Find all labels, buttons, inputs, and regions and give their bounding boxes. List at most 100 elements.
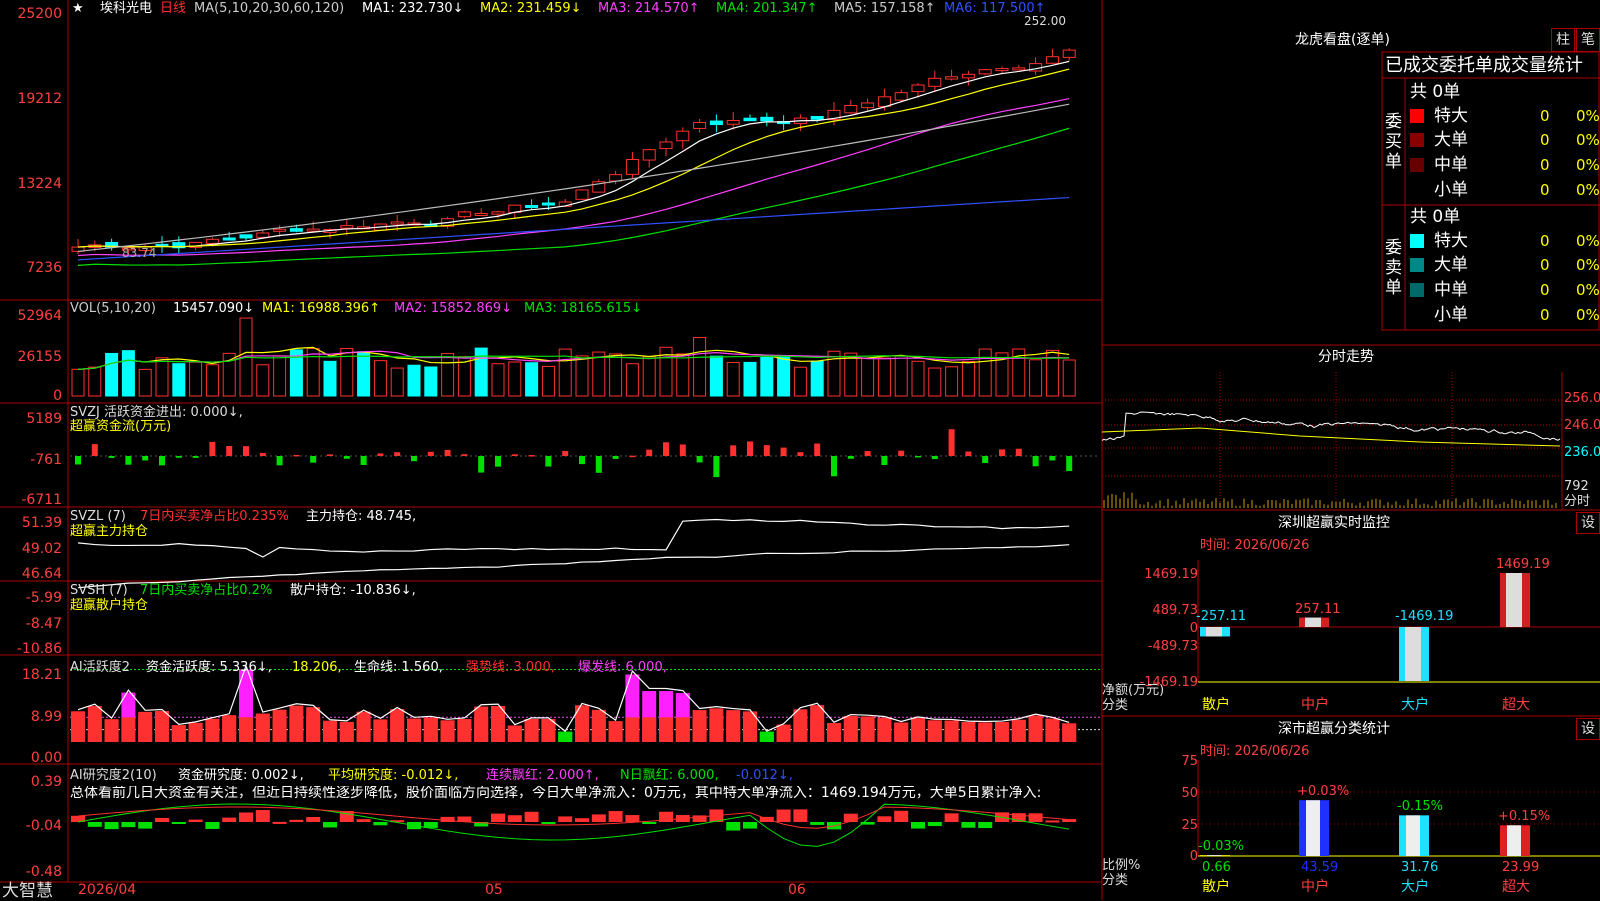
ai2-v2: 平均研究度: -0.012↓, <box>328 768 459 783</box>
ai1-bar-base <box>1028 717 1043 742</box>
svzj-bar <box>377 453 384 456</box>
ai2-bar <box>222 817 237 822</box>
buy-l-label: 大单 <box>1434 130 1468 150</box>
volume-bar <box>340 348 354 397</box>
volume-bar <box>323 360 337 397</box>
volume-bar <box>541 365 555 397</box>
class-change-label: -0.03% <box>1198 839 1244 855</box>
candles <box>71 48 1076 258</box>
svzj-bar <box>243 446 249 456</box>
volume-bar <box>945 366 959 397</box>
sell-l-swatch <box>1410 258 1424 272</box>
period-label[interactable]: 日线 <box>160 1 186 16</box>
intraday-price-line <box>1101 411 1561 441</box>
ai2-bars <box>71 809 1077 831</box>
svzl-hold: 主力持仓: 48.745, <box>306 509 417 524</box>
ai1-bar-base <box>608 721 623 742</box>
intraday-tick: 256.0 <box>1564 391 1600 406</box>
stroke-mode-button[interactable]: 笔 <box>1576 28 1600 52</box>
svzj-bar <box>1049 456 1056 461</box>
svzj-bar <box>75 456 81 465</box>
candle-body <box>861 102 875 109</box>
ai2-bar <box>491 813 505 822</box>
price-tick: 7236 <box>26 260 62 276</box>
svzj-bar <box>747 441 753 456</box>
svsh-ratio: 7日内买卖净占比0.2% <box>140 583 273 598</box>
candle-body <box>575 189 589 200</box>
class-bar-group <box>1200 855 1230 856</box>
volume-bar <box>357 351 371 397</box>
ai1-bar-base <box>743 717 757 742</box>
volume-bar <box>676 353 690 397</box>
svzj-bar <box>276 456 283 466</box>
svzj-bar <box>948 429 955 456</box>
buy-s-label: 小单 <box>1434 180 1468 200</box>
volume-bar <box>273 355 287 397</box>
sz-category-label: 散户 <box>1202 697 1230 713</box>
svsh-hold: 散户持仓: -10.836↓, <box>290 583 416 598</box>
vol-tick: 52964 <box>17 308 62 324</box>
svzj-bar <box>629 455 636 458</box>
sz-bar-value: -257.11 <box>1196 609 1247 624</box>
sz-category-label: 超大 <box>1502 697 1530 713</box>
class-ratio-label: 比例% <box>1102 858 1141 873</box>
volume-bar <box>1062 359 1076 397</box>
sz-bar-group <box>1399 627 1429 681</box>
ai1-bar-base <box>272 717 287 742</box>
buy-xl-swatch <box>1410 109 1424 123</box>
bar-mode-button[interactable]: 柱 <box>1551 28 1575 52</box>
date-axis-label: 05 <box>485 882 503 898</box>
svzj-bar <box>915 456 921 458</box>
intraday-tick: 246.0 <box>1564 418 1600 433</box>
volume-bar <box>390 367 404 397</box>
ai1-bar-base <box>423 717 438 742</box>
ai2-v3: 连续飘红: 2.000↑, <box>486 768 599 783</box>
svzj-bar <box>847 456 854 459</box>
volume-bar <box>978 348 992 397</box>
sz-bar-highlight <box>1305 617 1321 627</box>
ai2-summary: 总体看前几日大资金有关注，但近日持续性逐步降低，股价面临方向选择，今日大单净流入… <box>70 786 1042 801</box>
intraday-tick: 236.0 <box>1564 445 1600 460</box>
ma3-line <box>77 97 1070 257</box>
ai2-bar <box>927 822 942 827</box>
candle-body <box>256 232 270 238</box>
chart-canvas[interactable] <box>0 0 1600 900</box>
class-category-label: 超大 <box>1502 879 1530 895</box>
candle-body <box>222 237 236 241</box>
class-settings-button[interactable]: 设 <box>1576 718 1600 740</box>
ai1-bar-base <box>390 717 405 742</box>
sz-bar-group <box>1200 627 1230 637</box>
ai2-v4: N日飘红: 6.000, <box>620 768 719 783</box>
svzl-spec: SVZL (7) <box>70 509 126 524</box>
class-tick: 75 <box>1181 754 1198 769</box>
svzl-ratio: 7日内买卖净占比0.235% <box>140 509 289 524</box>
favorite-star-icon[interactable]: ★ <box>72 1 84 16</box>
volume-bar <box>844 352 858 397</box>
svzj-bars <box>75 429 1073 478</box>
ai1-bar-base <box>474 717 489 742</box>
intraday-chart <box>1101 372 1563 510</box>
volume-bar <box>726 361 740 397</box>
svzj-bar <box>394 452 401 456</box>
ai1-bar-base <box>524 719 539 742</box>
vol-spec: VOL(5,10,20) <box>70 301 156 316</box>
ai2-bar <box>726 822 741 831</box>
ai1-bars <box>71 669 1077 742</box>
candle-body <box>894 92 908 101</box>
svzj-bar <box>814 443 821 456</box>
sz-category-label: 中户 <box>1301 697 1329 713</box>
sz-tick: -489.73 <box>1147 639 1198 654</box>
candle-body <box>659 141 673 150</box>
svzj-tick: -6711 <box>21 492 62 508</box>
candle-body <box>474 212 488 216</box>
ai2-bar <box>911 822 925 829</box>
svzj-bar <box>444 449 451 456</box>
ai2-bar <box>625 815 640 822</box>
class-value-label: 23.99 <box>1502 860 1540 875</box>
class-value-label: 31.76 <box>1401 860 1439 875</box>
sell-order-label: 委卖单 <box>1385 238 1402 298</box>
sz-settings-button[interactable]: 设 <box>1576 512 1600 534</box>
svzj-title: SVZJ 活跃资金进出: 0.000↓, <box>70 405 243 420</box>
volume-bar <box>138 368 152 397</box>
svzj-bar <box>125 456 132 465</box>
